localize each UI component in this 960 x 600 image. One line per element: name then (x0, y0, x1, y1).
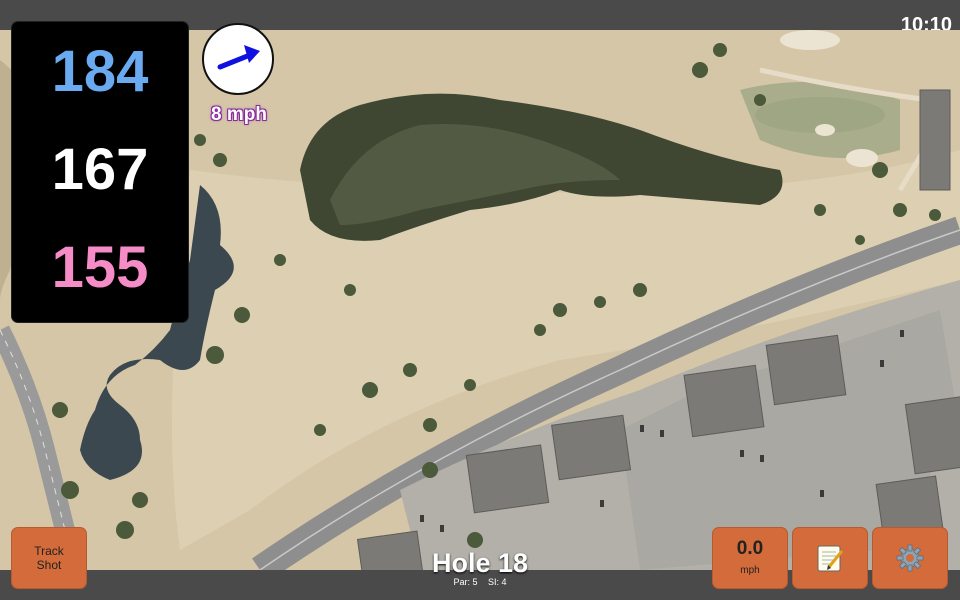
track-shot-label-1: Track (34, 544, 64, 558)
arrow-icon (217, 45, 260, 70)
distance-back: 184 (51, 39, 149, 104)
track-shot-button[interactable]: Track Shot (12, 528, 86, 588)
hole-par: Par: 5 (453, 577, 478, 587)
gear-icon (896, 544, 924, 572)
speed-unit: mph (740, 565, 760, 576)
distance-middle: 167 (51, 137, 149, 202)
wind-speed: 8 mph (211, 104, 267, 125)
hole-title: Hole 18 (431, 548, 529, 578)
notepad-icon (817, 545, 844, 572)
speed-value: 0.0 (736, 538, 764, 559)
settings-button[interactable] (873, 528, 947, 588)
distance-panel: 184 167 155 (12, 22, 188, 322)
hole-info: Par: 5 SI: 4 (380, 577, 580, 587)
speed-button[interactable]: 0.0 mph (713, 528, 787, 588)
track-shot-label-2: Shot (36, 558, 62, 572)
hole-si: SI: 4 (488, 577, 507, 587)
distance-front: 155 (51, 235, 149, 300)
notes-button[interactable] (793, 528, 867, 588)
wind-indicator (202, 23, 274, 95)
